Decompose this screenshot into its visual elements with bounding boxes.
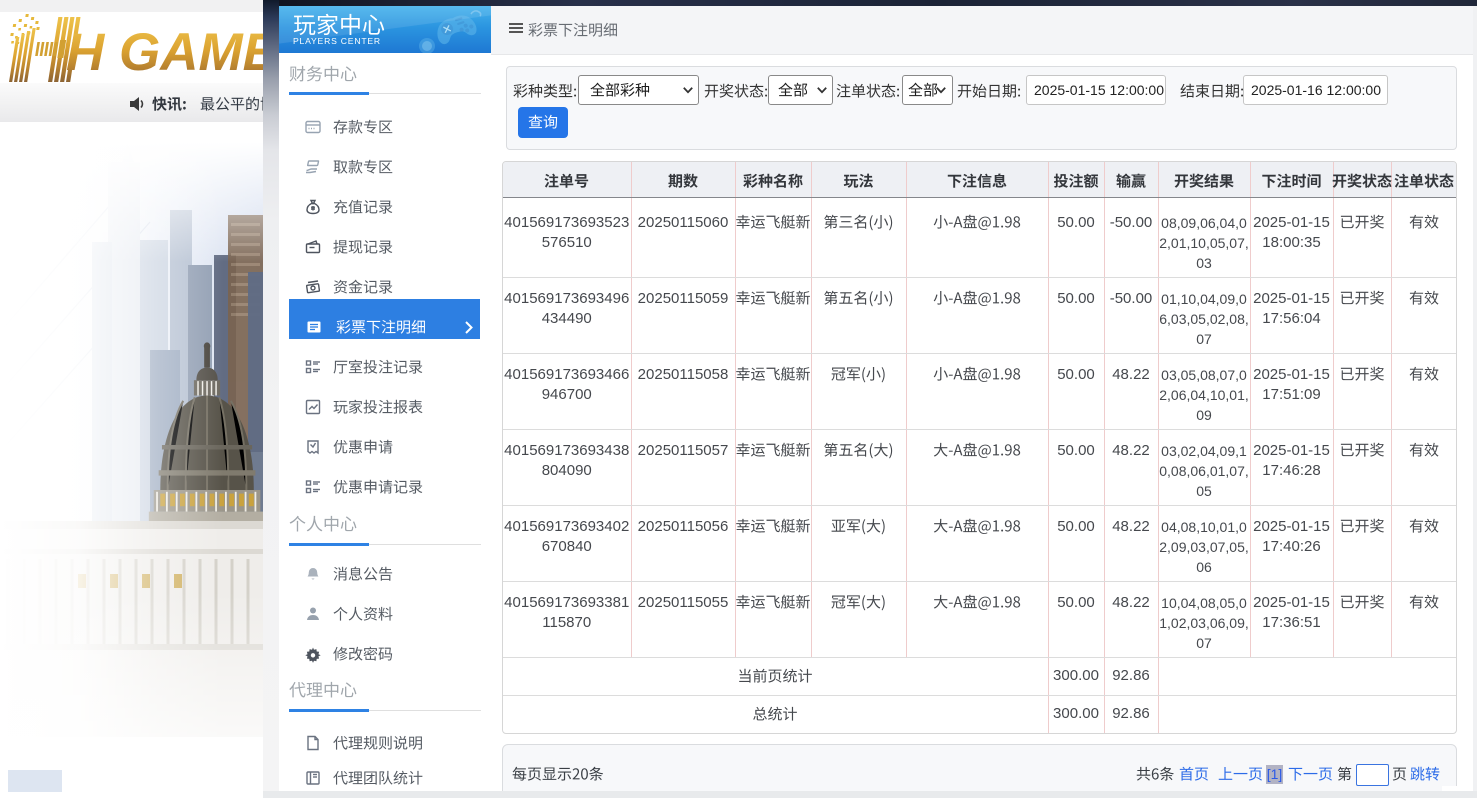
svg-text:H GAME: H GAME: [66, 23, 263, 82]
